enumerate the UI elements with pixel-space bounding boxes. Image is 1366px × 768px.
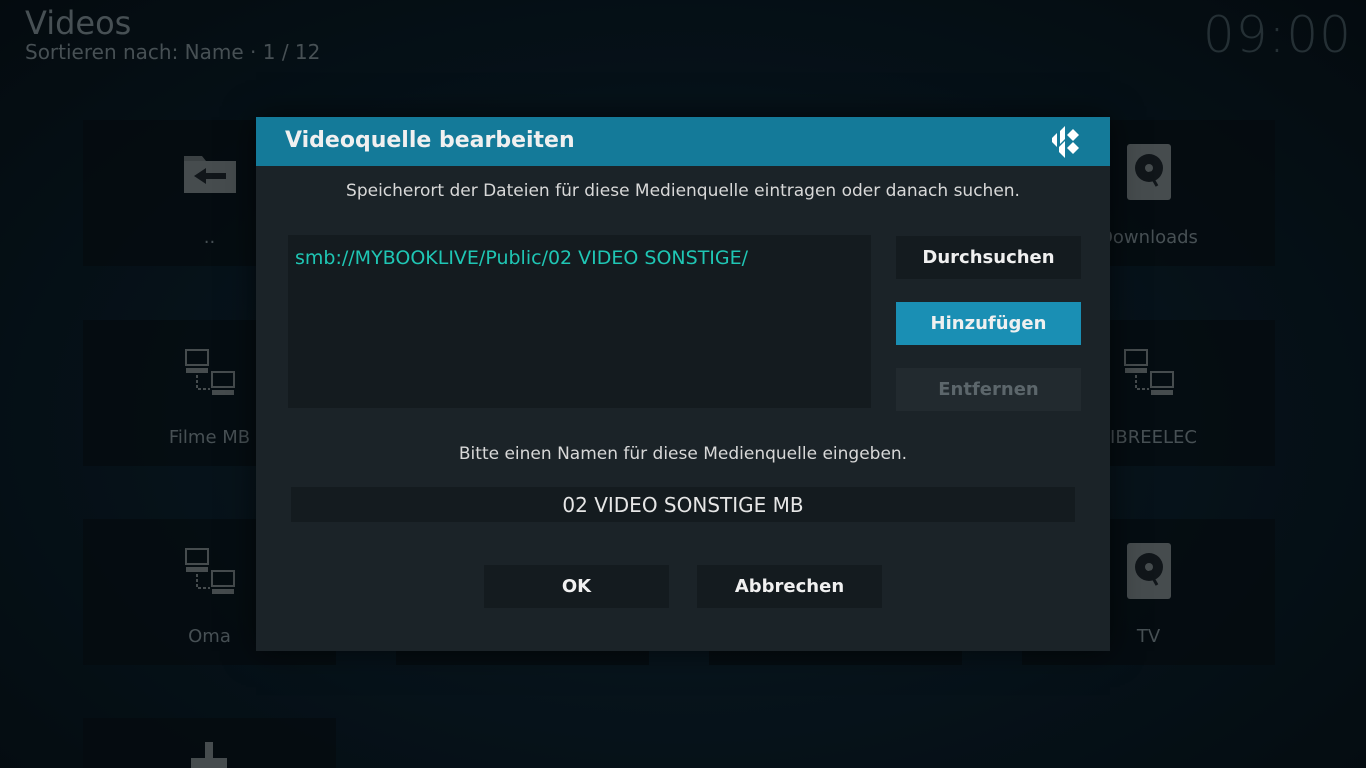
path-instruction: Speicherort der Dateien für diese Medien… (346, 181, 1020, 201)
dialog-title: Videoquelle bearbeiten (285, 128, 575, 153)
remove-button[interactable]: Entfernen (896, 368, 1081, 411)
ok-button[interactable]: OK (484, 565, 669, 608)
cancel-button[interactable]: Abbrechen (697, 565, 882, 608)
source-path-item[interactable]: smb://MYBOOKLIVE/Public/02 VIDEO SONSTIG… (295, 247, 748, 269)
kodi-logo-icon (1052, 126, 1079, 158)
source-name-input[interactable]: 02 VIDEO SONSTIGE MB (291, 487, 1075, 522)
source-path-list[interactable]: smb://MYBOOKLIVE/Public/02 VIDEO SONSTIG… (288, 235, 871, 408)
dialog-header: Videoquelle bearbeiten (256, 117, 1110, 166)
add-button[interactable]: Hinzufügen (896, 302, 1081, 345)
browse-button[interactable]: Durchsuchen (896, 236, 1081, 279)
name-instruction: Bitte einen Namen für diese Medienquelle… (458, 444, 908, 464)
edit-video-source-dialog: Videoquelle bearbeiten Speicherort der D… (256, 117, 1110, 651)
